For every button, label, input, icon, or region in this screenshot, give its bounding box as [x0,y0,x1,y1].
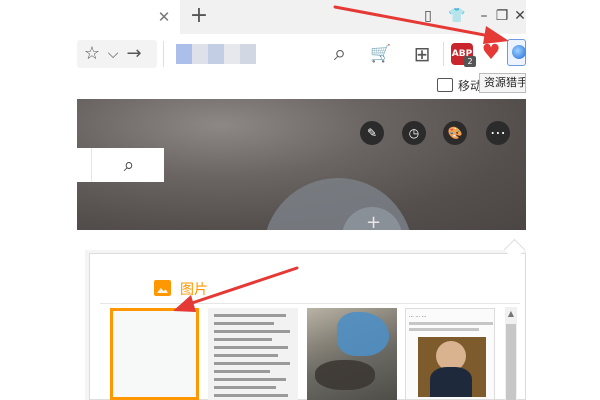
doc-text-line [214,354,278,357]
image-thumbnail-selected[interactable] [110,308,199,400]
image-thumbnail-photo[interactable] [307,308,397,400]
heart-icon[interactable]: ♥ [480,40,502,64]
toolbar-divider [163,41,164,67]
edit-icon[interactable]: ✎ [360,121,384,145]
forward-arrow-icon[interactable]: → [122,42,146,66]
cart-icon[interactable]: 🛒 [369,42,393,66]
scroll-up-icon[interactable]: ▲ [506,310,516,318]
adblock-count-badge: 2 [464,56,476,67]
close-window-icon[interactable]: ✕ [512,8,528,24]
news-line [409,328,479,331]
resource-hunter-icon [512,45,526,59]
mini-window-icon[interactable]: ▯ [420,8,436,24]
toolbar-divider [443,42,444,66]
image-thumbnail-document[interactable] [208,308,298,400]
history-icon[interactable]: ◷ [402,121,426,145]
doc-text-line [214,378,286,381]
more-icon[interactable]: ⋯ [486,121,510,145]
search-divider [91,148,92,182]
news-caption: ... ... ... [409,314,427,319]
image-thumbnail-news[interactable]: ... ... ... [405,308,495,400]
tab-images[interactable]: 图片 [180,279,208,299]
search-icon[interactable]: ⌕ [328,42,352,66]
skin-icon[interactable]: 👕 [448,8,465,24]
news-line [409,322,493,325]
tab-close-icon[interactable]: ✕ [156,9,172,25]
extension-tooltip: 资源猎手 [479,73,526,93]
photo-blue-object [337,312,389,356]
scrollbar-thumb[interactable] [506,324,516,400]
doc-text-line [214,362,290,365]
hero-mask [263,230,413,250]
doc-text-line [214,338,272,341]
add-shortcut-icon[interactable]: + [366,214,381,232]
doc-text-line [214,330,290,333]
mobile-transfer-icon[interactable] [437,78,453,92]
palette-icon[interactable]: 🎨 [443,121,467,145]
apps-grid-icon[interactable]: ⊞ [410,42,434,66]
panel-divider [100,303,520,304]
new-tab-button[interactable]: + [189,5,209,27]
image-icon [154,280,171,296]
doc-text-line [214,394,288,397]
news-body [430,367,472,397]
search-icon[interactable]: ⌕ [118,154,140,176]
restore-icon[interactable]: ❐ [494,8,510,24]
doc-text-line [214,370,270,373]
doc-text-line [214,346,288,349]
blurred-url[interactable] [176,44,256,64]
doc-text-line [214,314,286,317]
photo-dark-object [315,360,375,390]
minimize-icon[interactable]: – [476,8,492,24]
doc-text-line [214,386,276,389]
doc-text-line [214,322,274,325]
